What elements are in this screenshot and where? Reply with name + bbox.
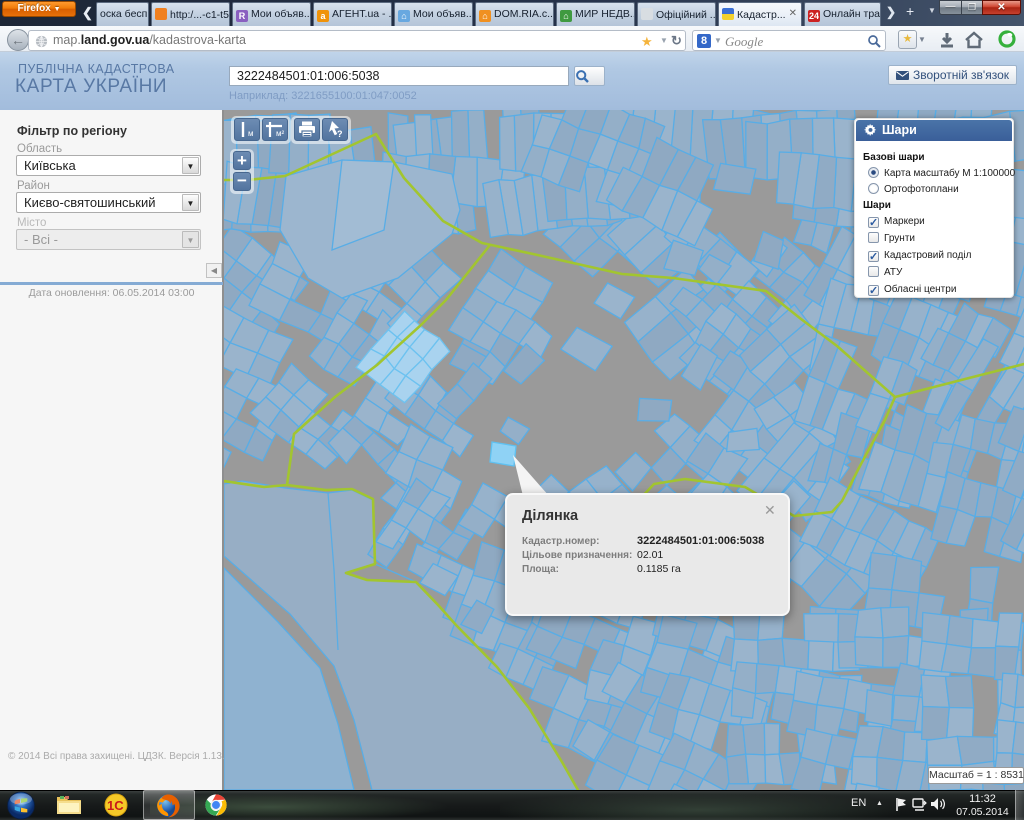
svg-text:?: ? [337,129,343,139]
svg-text:м²: м² [276,129,285,138]
svg-text:м: м [248,129,254,138]
svg-text:1С: 1С [107,798,124,813]
